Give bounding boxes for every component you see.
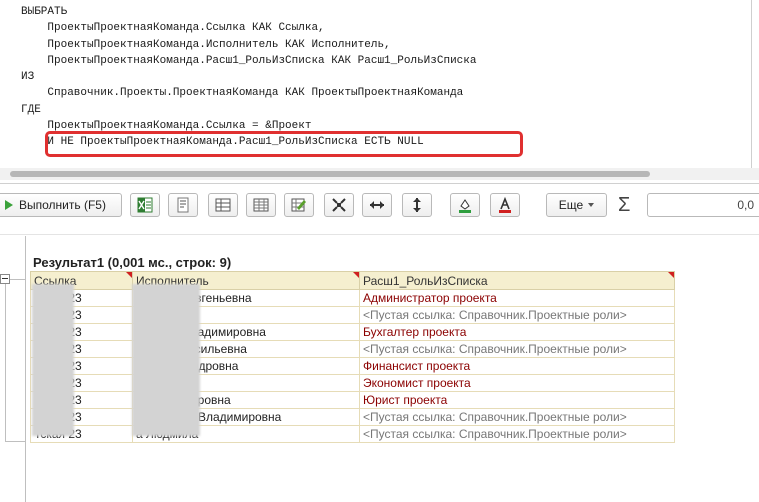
table-row[interactable]: тская 23а Жанна ЕвгеньевнаАдминистратор … xyxy=(30,289,675,307)
collapse-toggle[interactable] xyxy=(0,274,10,284)
column-header[interactable]: Расш1_РольИзСписка xyxy=(359,271,675,290)
tree-connector xyxy=(5,441,25,442)
edit-table-button[interactable] xyxy=(284,193,314,217)
table-row[interactable]: тская 23а Анна ПетровнаЮрист проекта xyxy=(30,391,675,409)
table-cell[interactable]: Юрист проекта xyxy=(359,391,675,409)
sort-marker-icon xyxy=(668,272,674,278)
fit-icon xyxy=(332,198,346,212)
tree-line xyxy=(25,236,26,502)
table-body: тская 23а Жанна ЕвгеньевнаАдминистратор … xyxy=(30,289,675,443)
text-output-button[interactable] xyxy=(168,193,198,217)
table-cell[interactable]: Администратор проекта xyxy=(359,289,675,307)
font-color-button[interactable] xyxy=(490,193,520,217)
grid-icon xyxy=(253,198,269,212)
play-icon xyxy=(5,200,13,210)
table-cell[interactable]: <Пустая ссылка: Справочник.Проектные рол… xyxy=(359,306,675,324)
fill-color-button[interactable] xyxy=(450,193,480,217)
query-text[interactable]: ВЫБРАТЬ ПроектыПроектнаяКоманда.Ссылка К… xyxy=(21,4,476,150)
table-row[interactable]: тская 23Екатерина Владимировна<Пустая сс… xyxy=(30,408,675,426)
scrollbar-thumb[interactable] xyxy=(10,171,650,177)
more-button[interactable]: Еще xyxy=(546,193,607,217)
export-excel-button[interactable] xyxy=(130,193,160,217)
column-width-button[interactable] xyxy=(362,193,392,217)
grid-output-button[interactable] xyxy=(246,193,276,217)
blur-redaction xyxy=(32,284,74,436)
horizontal-scrollbar[interactable] xyxy=(0,168,759,180)
fit-columns-button[interactable] xyxy=(324,193,354,217)
run-button[interactable]: Выполнить (F5) xyxy=(0,193,122,217)
font-color-icon xyxy=(499,197,511,213)
height-icon xyxy=(413,198,421,212)
query-editor[interactable]: ВЫБРАТЬ ПроектыПроектнаяКоманда.Ссылка К… xyxy=(0,0,759,182)
sort-marker-icon xyxy=(126,272,132,278)
table-cell[interactable]: Экономист проекта xyxy=(359,374,675,392)
table-row[interactable]: тская 23Лариса Васильевна<Пустая ссылка:… xyxy=(30,340,675,358)
table-row[interactable]: тская 23а Ольга ВладимировнаБухгалтер пр… xyxy=(30,323,675,341)
table-cell[interactable]: <Пустая ссылка: Справочник.Проектные рол… xyxy=(359,340,675,358)
results-panel: Результат1 (0,001 мс., строк: 9) Ссылка И… xyxy=(0,226,759,502)
tree-connector xyxy=(10,279,25,280)
text-icon xyxy=(177,197,189,213)
table-row[interactable]: тская 23а Людмила<Пустая ссылка: Справоч… xyxy=(30,425,675,443)
table-row[interactable]: тская 23инаЭкономист проекта xyxy=(30,374,675,392)
tree-connector xyxy=(5,284,6,442)
toolbar: Выполнить (F5) Еще Σ 0,0 xyxy=(0,183,759,226)
width-icon xyxy=(370,201,384,209)
panel-divider xyxy=(0,234,759,235)
sum-field[interactable]: 0,0 xyxy=(647,193,759,217)
table-header: Ссылка Исполнитель Расш1_РольИзСписка xyxy=(30,271,675,290)
blur-redaction xyxy=(132,284,200,436)
highlight-box xyxy=(45,131,523,157)
run-button-label: Выполнить (F5) xyxy=(19,198,106,212)
table-output-button[interactable] xyxy=(208,193,238,217)
edit-table-icon xyxy=(291,198,306,212)
table-cell[interactable]: Бухгалтер проекта xyxy=(359,323,675,341)
table-icon xyxy=(215,198,231,212)
sort-marker-icon xyxy=(353,272,359,278)
table-cell[interactable]: <Пустая ссылка: Справочник.Проектные рол… xyxy=(359,408,675,426)
sum-icon: Σ xyxy=(618,194,631,216)
results-table[interactable]: СсылкаИсполнительРасш1_РольИзСписка тска… xyxy=(30,271,675,443)
table-row[interactable]: тская 23<Пустая ссылка: Справочник.Проек… xyxy=(30,306,675,324)
row-height-button[interactable] xyxy=(402,193,432,217)
result-title: Результат1 (0,001 мс., строк: 9) xyxy=(33,255,232,270)
more-button-label: Еще xyxy=(558,198,584,212)
excel-icon xyxy=(137,197,153,213)
table-row[interactable]: тская 23ья АлександровнаФинансист проект… xyxy=(30,357,675,375)
editor-divider xyxy=(751,0,752,168)
chevron-down-icon xyxy=(588,203,595,207)
table-cell[interactable]: Финансист проекта xyxy=(359,357,675,375)
table-cell[interactable]: <Пустая ссылка: Справочник.Проектные рол… xyxy=(359,425,675,443)
fill-color-icon xyxy=(459,199,471,213)
